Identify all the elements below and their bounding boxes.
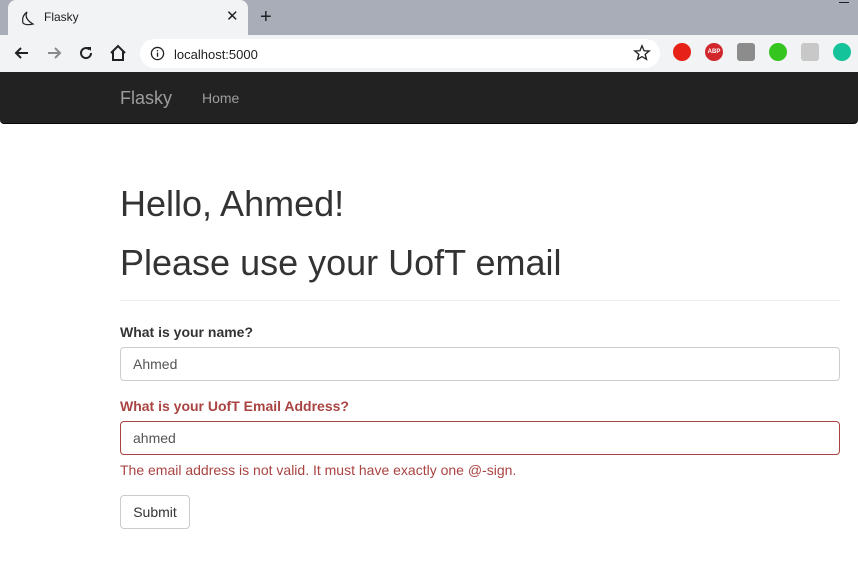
email-label: What is your UofT Email Address? (120, 398, 349, 414)
instruction-heading: Please use your UofT email (120, 242, 562, 283)
hashtag-ext-icon[interactable] (801, 43, 819, 61)
flask-favicon-icon (22, 11, 35, 26)
close-tab-icon[interactable]: ✕ (226, 8, 239, 26)
bookmark-star-icon[interactable] (633, 44, 651, 62)
name-input[interactable] (120, 347, 840, 381)
browser-tabstrip: Flasky ✕ + (0, 0, 858, 35)
email-error-message: The email address is not valid. It must … (120, 462, 517, 478)
greeting-heading: Hello, Ahmed! (120, 183, 345, 224)
browser-tab[interactable]: Flasky ✕ (8, 0, 248, 35)
info-icon[interactable] (150, 46, 165, 61)
submit-button[interactable]: Submit (120, 495, 190, 529)
address-bar[interactable]: localhost:5000 (140, 39, 660, 68)
url-text[interactable]: localhost:5000 (174, 47, 258, 62)
navbar: Flasky Home (0, 72, 858, 124)
browser-toolbar: localhost:5000 ABP (0, 35, 858, 72)
abp-ext-icon[interactable]: ABP (705, 43, 723, 61)
new-tab-icon[interactable]: + (260, 6, 272, 28)
page-header-divider (120, 300, 840, 301)
email-input[interactable] (120, 421, 840, 455)
youtube-ext-icon[interactable] (673, 43, 691, 61)
home-icon[interactable] (108, 43, 128, 63)
nav-home-link[interactable]: Home (202, 90, 239, 106)
forward-icon[interactable] (44, 43, 64, 63)
drive-ext-icon[interactable] (737, 43, 755, 61)
tab-title: Flasky (44, 10, 79, 24)
name-label: What is your name? (120, 324, 254, 340)
back-icon[interactable] (12, 43, 32, 63)
grammarly-ext-icon[interactable] (833, 43, 851, 61)
minimize-icon[interactable] (839, 2, 849, 3)
bitmoji-ext-icon[interactable] (769, 43, 787, 61)
navbar-brand[interactable]: Flasky (120, 88, 172, 109)
reload-icon[interactable] (76, 43, 96, 63)
